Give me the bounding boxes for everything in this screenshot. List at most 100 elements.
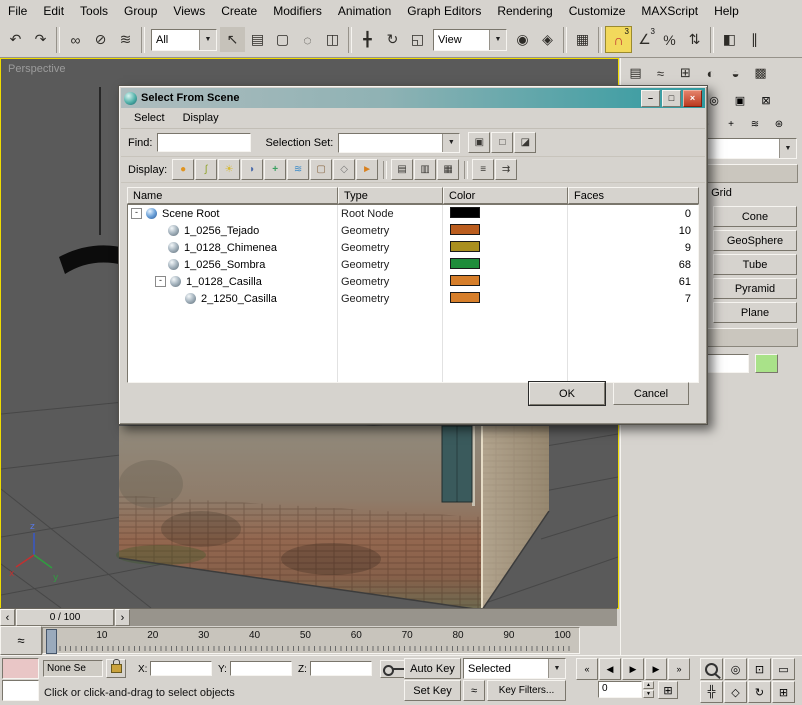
menu-group[interactable]: Group [116, 1, 165, 21]
snaps-toggle-icon[interactable]: ∩ 3 [605, 26, 632, 53]
chevron-down-icon[interactable]: ▼ [779, 139, 796, 158]
find-input[interactable] [157, 133, 251, 152]
z-coordinate-field[interactable] [310, 661, 372, 676]
macro-recorder-mini-listener[interactable] [2, 658, 39, 679]
table-row[interactable]: 1_0256_Sombra Geometry 68 [128, 256, 698, 273]
table-row[interactable]: - Scene Root Root Node 0 [128, 205, 698, 222]
angle-snap-icon[interactable]: ∠ 3 [632, 27, 657, 52]
column-header-color[interactable]: Color [443, 187, 568, 204]
selection-set-dropdown[interactable]: ▼ [338, 133, 460, 153]
display-spacewarps-icon[interactable]: ≋ [287, 159, 309, 180]
undo-icon[interactable]: ↶ [3, 27, 28, 52]
column-header-faces[interactable]: Faces [568, 187, 699, 204]
color-swatch[interactable] [450, 241, 480, 252]
rectangular-selection-region-icon[interactable]: ▢ [270, 27, 295, 52]
select-influences-icon[interactable]: ▦ [437, 159, 459, 180]
select-by-name-icon[interactable]: ▤ [245, 27, 270, 52]
menu-create[interactable]: Create [213, 1, 265, 21]
mini-curve-editor-button[interactable]: ≈ [0, 626, 42, 655]
sync-selection-icon[interactable]: ≡ [472, 159, 494, 180]
category-helpers-icon[interactable]: + [719, 114, 743, 134]
time-slider-handle[interactable]: 0 / 100 [16, 609, 114, 626]
plane-button[interactable]: Plane [713, 302, 797, 323]
menu-graph-editors[interactable]: Graph Editors [399, 1, 489, 21]
select-and-scale-icon[interactable]: ◱ [405, 27, 430, 52]
redo-icon[interactable]: ↷ [28, 27, 53, 52]
play-button[interactable]: ▶ [622, 658, 644, 680]
go-to-start-button[interactable]: « [576, 658, 598, 680]
selection-filter-dropdown[interactable]: All ▼ [151, 29, 217, 51]
time-configuration-button[interactable]: ⊞ [658, 681, 678, 699]
display-children-icon[interactable]: ▤ [391, 159, 413, 180]
pyramid-button[interactable]: Pyramid [713, 278, 797, 299]
display-lights-icon[interactable]: ☀ [218, 159, 240, 180]
color-swatch[interactable] [450, 275, 480, 286]
unlink-selection-icon[interactable]: ⊘ [88, 27, 113, 52]
next-frame-button[interactable]: ▶ [645, 658, 667, 680]
chevron-down-icon[interactable]: ▼ [489, 30, 506, 50]
mirror-icon[interactable]: ◧ [717, 27, 742, 52]
geosphere-button[interactable]: GeoSphere [713, 230, 797, 251]
key-filters-button[interactable]: Key Filters... [487, 680, 566, 701]
chevron-down-icon[interactable]: ▼ [548, 659, 565, 678]
select-invert-icon[interactable]: ◪ [514, 132, 536, 153]
table-row[interactable]: 1_0256_Tejado Geometry 10 [128, 222, 698, 239]
select-object-icon[interactable]: ↖ [220, 27, 245, 52]
menu-animation[interactable]: Animation [330, 1, 399, 21]
zoom-all-icon[interactable]: ◎ [724, 658, 747, 680]
select-dependents-icon[interactable]: ⇉ [495, 159, 517, 180]
spinner-down-icon[interactable]: ▼ [643, 690, 654, 698]
curve-editor-icon[interactable]: ≈ [648, 61, 673, 86]
cone-button[interactable]: Cone [713, 206, 797, 227]
key-mode-dropdown[interactable]: Selected ▼ [463, 658, 566, 679]
chevron-down-icon[interactable]: ▼ [442, 134, 459, 152]
spinner-up-icon[interactable]: ▲ [643, 681, 654, 689]
keyboard-shortcut-override-icon[interactable]: ▦ [570, 27, 595, 52]
menu-file[interactable]: File [0, 1, 35, 21]
menu-maxscript[interactable]: MAXScript [633, 1, 706, 21]
default-tangent-icon[interactable]: ≈ [463, 680, 485, 701]
category-spacewarps-icon[interactable]: ≋ [743, 114, 767, 134]
orbit-icon[interactable]: ↻ [748, 681, 771, 703]
menu-views[interactable]: Views [165, 1, 213, 21]
tube-button[interactable]: Tube [713, 254, 797, 275]
track-bar-frame-handle[interactable] [46, 629, 57, 654]
table-row[interactable]: 1_0128_Chimenea Geometry 9 [128, 239, 698, 256]
y-coordinate-field[interactable] [230, 661, 292, 676]
ok-button[interactable]: OK [529, 382, 605, 405]
cancel-button[interactable]: Cancel [613, 382, 689, 405]
tab-utilities[interactable]: ⊠ [753, 90, 779, 110]
chevron-down-icon[interactable]: ▼ [199, 30, 216, 50]
spinner-snap-icon[interactable]: ⇅ [682, 27, 707, 52]
display-influences-icon[interactable]: ▥ [414, 159, 436, 180]
layer-manager-icon[interactable]: ▤ [623, 61, 648, 86]
expand-toggle[interactable]: - [155, 276, 166, 287]
previous-frame-arrow[interactable]: ‹ [0, 609, 15, 626]
material-editor-icon[interactable]: ◐ [698, 61, 723, 86]
select-and-move-icon[interactable]: ╋ [355, 27, 380, 52]
maximize-viewport-icon[interactable]: ⊞ [772, 681, 795, 703]
expand-toggle[interactable]: - [131, 208, 142, 219]
bind-to-spacewarp-icon[interactable]: ≋ [113, 27, 138, 52]
tab-display[interactable]: ▣ [727, 90, 753, 110]
display-cameras-icon[interactable]: ◗ [241, 159, 263, 180]
zoom-region-icon[interactable]: ▭ [772, 658, 795, 680]
select-and-link-icon[interactable]: ∞ [63, 27, 88, 52]
zoom-icon[interactable] [700, 658, 723, 680]
table-row[interactable]: 2_1250_Casilla Geometry 7 [128, 290, 698, 307]
use-pivot-center-icon[interactable]: ◉ [510, 27, 535, 52]
auto-key-button[interactable]: Auto Key [404, 658, 461, 679]
menu-help[interactable]: Help [706, 1, 747, 21]
track-bar-ruler[interactable]: 010 2030 4050 6070 8090 100 [42, 627, 580, 654]
window-crossing-icon[interactable]: ◫ [320, 27, 345, 52]
dialog-title-bar[interactable]: Select From Scene – □ × [121, 88, 705, 108]
minimize-button[interactable]: – [641, 90, 660, 107]
color-swatch[interactable] [450, 224, 480, 235]
previous-frame-button[interactable]: ◀ [599, 658, 621, 680]
table-row[interactable]: - 1_0128_Casilla Geometry 61 [128, 273, 698, 290]
display-shapes-icon[interactable]: ∫ [195, 159, 217, 180]
display-geometry-icon[interactable]: ● [172, 159, 194, 180]
zoom-extents-icon[interactable]: ⊡ [748, 658, 771, 680]
menu-modifiers[interactable]: Modifiers [265, 1, 330, 21]
select-none-icon[interactable]: □ [491, 132, 513, 153]
